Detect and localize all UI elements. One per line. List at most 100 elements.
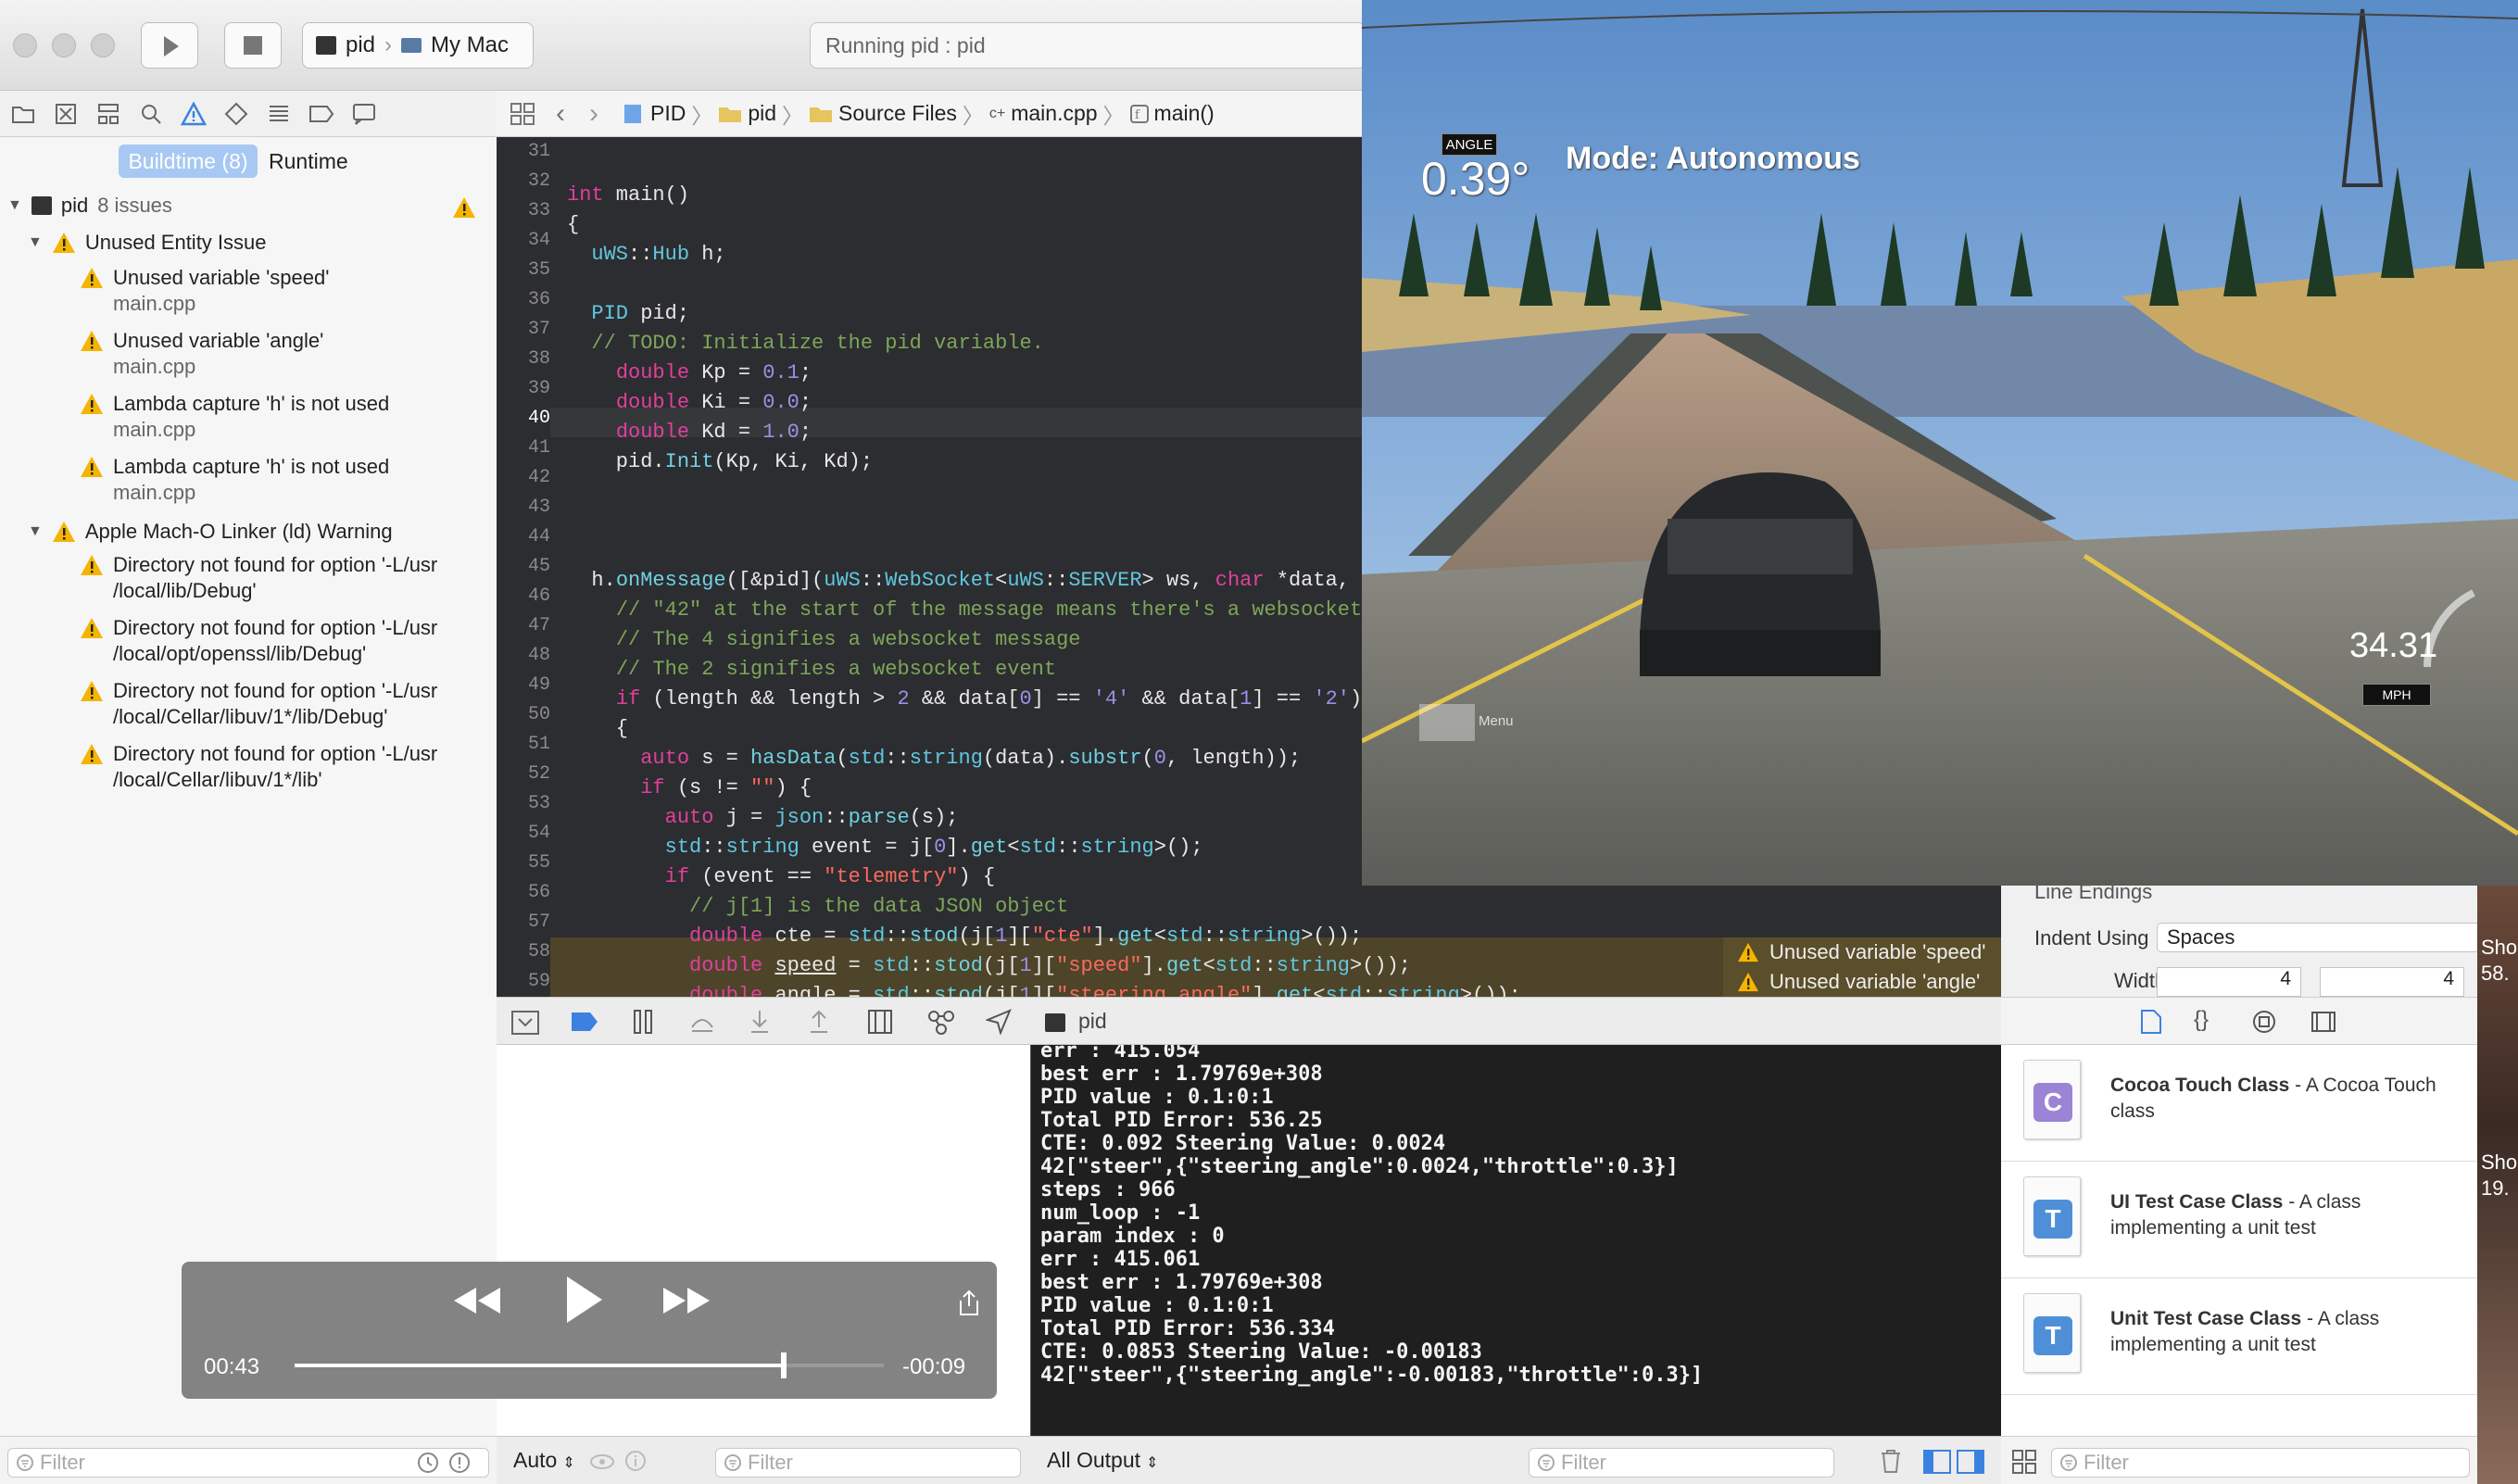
line-number: 58 [527,941,550,962]
media-library-icon[interactable] [2310,1011,2336,1033]
scrubber-track[interactable] [295,1352,884,1378]
code-line: std::string event = j[0].get<std::string… [664,836,1203,859]
code-line: uWS::Hub h; [591,243,726,266]
rewind-icon[interactable] [452,1282,502,1319]
variables-filter-input[interactable]: Filter [715,1448,1021,1478]
tab-width-field[interactable]: 4 [2157,967,2301,997]
close-window-button[interactable] [13,33,37,57]
show-variables-icon[interactable] [1923,1450,1951,1474]
step-into-icon[interactable] [749,1009,771,1035]
tab-runtime[interactable]: Runtime [269,145,380,178]
show-console-icon[interactable] [1957,1450,1984,1474]
simulate-location-icon[interactable] [986,1009,1012,1035]
play-icon[interactable] [563,1275,604,1325]
filter-placeholder: Filter [1561,1451,1606,1474]
issue-group-unused-entity[interactable]: ▼ Unused Entity Issue [28,230,267,256]
disclosure-open-icon[interactable]: ▼ [28,519,43,545]
view-hierarchy-icon[interactable] [867,1009,893,1035]
hierarchy-icon[interactable] [94,100,122,128]
variables-scope-selector[interactable]: Auto ⇕ [513,1448,575,1473]
indent-width-field[interactable]: 4 [2320,967,2464,997]
issue-message: Lambda capture 'h' is not used [113,392,390,415]
library-item[interactable]: T UI Test Case Class - A class implement… [2001,1162,2477,1278]
library-item[interactable]: T Unit Test Case Class - A class impleme… [2001,1278,2477,1395]
step-out-icon[interactable] [808,1009,830,1035]
disclosure-open-icon[interactable]: ▼ [28,230,43,256]
file-template-icon[interactable] [2140,1009,2162,1035]
share-icon[interactable] [958,1289,980,1317]
scheme-selector[interactable]: pid › My Mac [302,22,534,69]
issue-count: 8 issues [97,194,172,217]
issue-message-cont: /local/Cellar/libuv/1*/lib' [113,768,322,791]
warning-icon [81,394,103,414]
clock-icon[interactable] [417,1452,439,1474]
scrubber-handle[interactable] [780,1352,787,1378]
warning-icon [52,522,75,542]
breadcrumb-source-files[interactable]: Source Files [838,101,957,126]
debug-navigator-icon[interactable] [265,100,293,128]
breadcrumb-symbol[interactable]: main() [1154,101,1215,126]
library-filter-input[interactable]: Filter [2051,1448,2470,1478]
library-selector-bar: {} [2001,997,2477,1045]
hide-debug-area-icon[interactable] [511,1011,539,1035]
library-filter-bar: Filter [2001,1436,2477,1484]
code-line: if (s != "") { [640,776,812,799]
search-icon[interactable] [137,100,165,128]
sim-menu-button[interactable] [1419,704,1475,741]
breadcrumb-group[interactable]: pid [748,101,776,126]
breadcrumb-file[interactable]: main.cpp [1011,101,1097,126]
output-scope-selector[interactable]: All Output ⇕ [1047,1448,1158,1473]
issue-navigator-icon[interactable] [180,100,208,128]
issue-project-row[interactable]: ▼ pid 8 issues [7,193,172,219]
inline-warning-angle[interactable]: Unused variable 'angle' [1723,967,2001,997]
trash-icon[interactable] [1879,1448,1903,1474]
symbol-navigator-icon[interactable] [52,100,80,128]
line-number: 38 [527,348,550,370]
media-player-controls[interactable]: 00:43 -00:09 [182,1262,997,1399]
info-icon[interactable] [624,1450,647,1472]
breakpoints-toggle-icon[interactable] [571,1011,598,1033]
minimize-window-button[interactable] [52,33,76,57]
fast-forward-icon[interactable] [661,1282,711,1319]
object-library-icon[interactable] [2251,1009,2277,1035]
folder-icon [809,105,833,123]
breadcrumb-project[interactable]: PID [650,101,686,126]
related-items-icon[interactable] [510,102,537,126]
run-button[interactable] [141,22,198,69]
indent-using-select[interactable]: Spaces [2157,923,2518,952]
step-over-icon[interactable] [689,1011,715,1033]
library-item[interactable]: C Cocoa Touch Class - A Cocoa Touch clas… [2001,1045,2477,1162]
forward-arrow-icon[interactable]: › [589,98,598,130]
console-filter-input[interactable]: Filter [1529,1448,1834,1478]
warning-filter-icon[interactable] [448,1452,471,1474]
sim-menu-label: Menu [1479,713,1514,729]
issue-file: main.cpp [113,418,196,441]
code-line: double cte = std::stod(j[1]["cte"].get<s… [689,924,1363,948]
back-arrow-icon[interactable]: ‹ [556,98,565,130]
code-line: // TODO: Initialize the pid variable. [591,332,1044,355]
stop-button[interactable] [224,22,282,69]
memory-graph-icon[interactable] [926,1009,956,1035]
inline-warning-speed[interactable]: Unused variable 'speed' [1723,937,2001,967]
line-number: 40 [527,408,550,429]
tab-buildtime[interactable]: Buildtime (8) [119,145,258,178]
eye-icon[interactable] [589,1453,615,1470]
sim-angle-value: 0.39° [1421,153,1530,205]
disclosure-open-icon[interactable]: ▼ [7,193,22,219]
project-file-icon [623,103,643,125]
code-line: auto j = json::parse(s); [664,806,959,829]
issue-group-linker-warning[interactable]: ▼ Apple Mach-O Linker (ld) Warning [28,519,393,545]
grid-view-icon[interactable] [2012,1450,2036,1474]
folder-icon[interactable] [9,100,37,128]
zoom-window-button[interactable] [91,33,115,57]
issue-message: Unused variable 'speed' [113,266,330,289]
report-navigator-icon[interactable] [350,100,378,128]
code-snippet-icon[interactable]: {} [2194,1007,2209,1033]
test-navigator-icon[interactable] [222,100,250,128]
line-number: 45 [527,556,550,577]
simulator-window[interactable]: Menu [1362,0,2518,886]
sim-speed-unit: MPH [2362,684,2431,706]
pause-icon[interactable] [632,1009,654,1035]
console-output[interactable]: err : 415.054 best err : 1.79769e+308 PID … [1030,1045,2001,1436]
breakpoint-navigator-icon[interactable] [308,100,335,128]
